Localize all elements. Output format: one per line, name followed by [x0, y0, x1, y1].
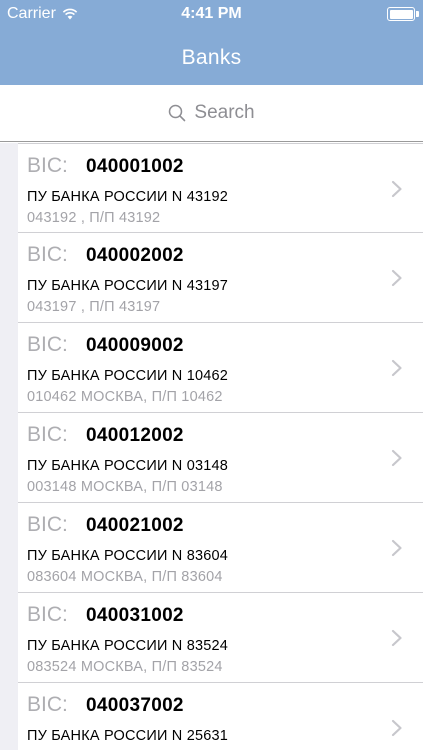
bank-detail: 003148 МОСКВА, П/П 03148 — [27, 479, 223, 495]
bic-label: BIC: — [27, 333, 68, 356]
bank-detail: 083604 МОСКВА, П/П 83604 — [27, 569, 223, 585]
bic-line: BIC: 040002002 — [27, 243, 184, 267]
bank-list-item[interactable]: BIC: 040009002 ПУ БАНКА РОССИИ N 10462 0104… — [18, 323, 423, 413]
chevron-right-icon — [391, 719, 402, 737]
bic-value: 040037002 — [86, 695, 184, 716]
bic-line: BIC: 040031002 — [27, 603, 184, 627]
bic-value: 040002002 — [86, 245, 184, 266]
bic-label: BIC: — [27, 243, 68, 266]
page-title: Banks — [181, 45, 242, 69]
bic-line: BIC: 040009002 — [27, 333, 184, 357]
bic-label: BIC: — [27, 603, 68, 626]
bank-name: ПУ БАНКА РОССИИ N 10462 — [27, 368, 229, 384]
bank-list-item[interactable]: BIC: 040031002 ПУ БАНКА РОССИИ N 83524 0835… — [18, 593, 423, 683]
bank-list-item[interactable]: BIC: 040012002 ПУ БАНКА РОССИИ N 03148 0031… — [18, 413, 423, 503]
bank-detail: 043197 , П/П 43197 — [27, 299, 161, 315]
bank-list-item[interactable]: BIC: 040002002 ПУ БАНКА РОССИИ N 43197 0431… — [18, 233, 423, 323]
battery-icon — [387, 7, 415, 21]
chevron-right-icon — [391, 180, 402, 198]
bank-name: ПУ БАНКА РОССИИ N 43197 — [27, 278, 229, 294]
bic-label: BIC: — [27, 423, 68, 446]
bank-list-item[interactable]: BIC: 040037002 ПУ БАНКА РОССИИ N 25631 — [18, 683, 423, 750]
search-icon — [169, 104, 186, 122]
bic-value: 040009002 — [86, 335, 184, 356]
bic-value: 040021002 — [86, 515, 184, 536]
chevron-right-icon — [391, 539, 402, 557]
bank-list-item[interactable]: BIC: 040001002 ПУ БАНКА РОССИИ N 43192 0431… — [18, 143, 423, 233]
bank-detail: 043192 , П/П 43192 — [27, 210, 161, 226]
chevron-right-icon — [391, 449, 402, 467]
search-bar[interactable]: Search — [0, 85, 423, 142]
chevron-right-icon — [391, 359, 402, 377]
bic-value: 040001002 — [86, 156, 184, 177]
bic-label: BIC: — [27, 154, 68, 177]
bic-label: BIC: — [27, 693, 68, 716]
chevron-right-icon — [391, 629, 402, 647]
bic-value: 040012002 — [86, 425, 184, 446]
bic-label: BIC: — [27, 513, 68, 536]
search-placeholder: Search — [194, 102, 255, 123]
battery-tip — [416, 11, 419, 17]
search-input[interactable]: Search — [168, 102, 255, 124]
bank-name: ПУ БАНКА РОССИИ N 83604 — [27, 548, 229, 564]
bank-detail: 010462 МОСКВА, П/П 10462 — [27, 389, 223, 405]
bank-name: ПУ БАНКА РОССИИ N 83524 — [27, 638, 229, 654]
bic-line: BIC: 040012002 — [27, 423, 184, 447]
battery-level — [389, 9, 413, 19]
bank-list-item[interactable]: BIC: 040021002 ПУ БАНКА РОССИИ N 83604 0836… — [18, 503, 423, 593]
bank-name: ПУ БАНКА РОССИИ N 25631 — [27, 728, 229, 744]
bic-line: BIC: 040001002 — [27, 154, 184, 178]
status-time: 4:41 PM — [181, 5, 242, 22]
bank-name: ПУ БАНКА РОССИИ N 43192 — [27, 189, 229, 205]
bank-name: ПУ БАНКА РОССИИ N 03148 — [27, 458, 229, 474]
bic-line: BIC: 040037002 — [27, 693, 184, 717]
navigation-bar: Banks — [0, 30, 423, 85]
chevron-right-icon — [391, 269, 402, 287]
bank-list: BIC: 040001002 ПУ БАНКА РОССИИ N 43192 0431… — [18, 143, 423, 750]
bic-value: 040031002 — [86, 605, 184, 626]
status-bar: Carrier 4:41 PM — [0, 0, 423, 30]
bank-detail: 083524 МОСКВА, П/П 83524 — [27, 659, 223, 675]
bic-line: BIC: 040021002 — [27, 513, 184, 537]
